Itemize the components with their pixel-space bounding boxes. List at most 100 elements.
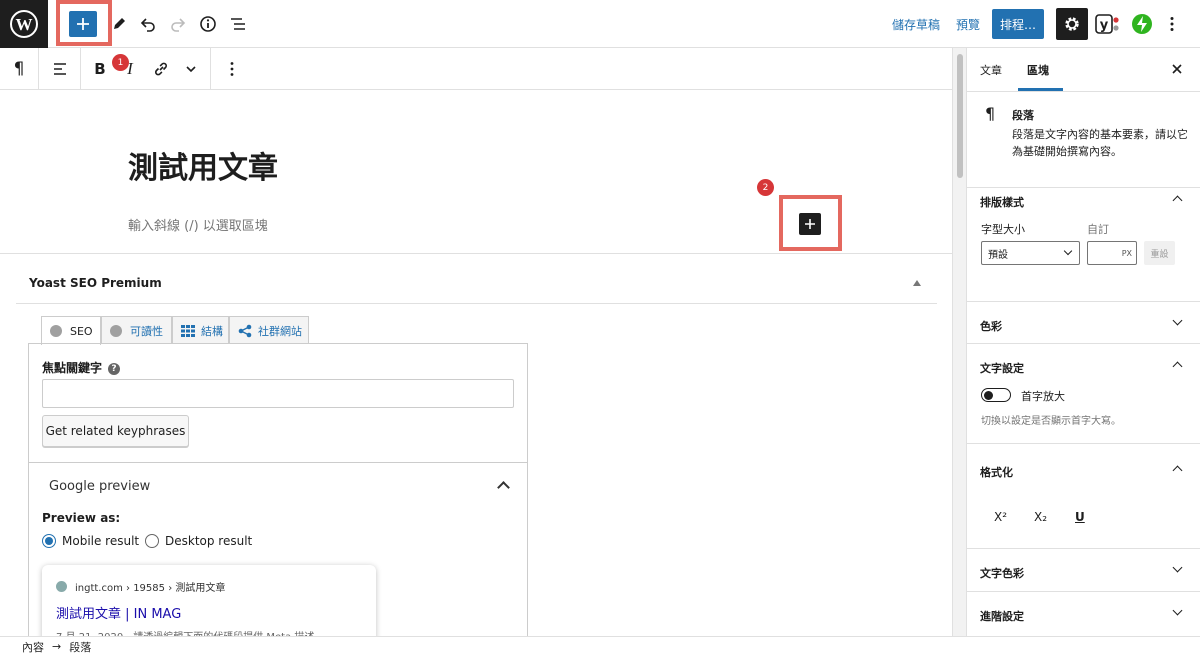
get-related-keyphrases-button[interactable]: Get related keyphrases <box>42 415 189 447</box>
typography-panel: 排版樣式 <box>967 178 1200 302</box>
desktop-result-option[interactable]: Desktop result <box>145 534 252 548</box>
undo-button[interactable] <box>136 12 160 36</box>
advanced-panel[interactable]: 進階設定 <box>967 592 1200 636</box>
reset-font-size-button[interactable]: 重設 <box>1144 241 1175 265</box>
subscript-button[interactable]: X₂ <box>1034 510 1047 524</box>
drop-cap-help: 切換以設定是否顯示首字大寫。 <box>981 416 1121 427</box>
edit-tools-button[interactable] <box>107 12 131 36</box>
formatting-title[interactable]: 格式化 <box>980 464 1013 480</box>
toolbar-divider <box>210 48 211 90</box>
tab-block[interactable]: 區塊 <box>1027 62 1049 78</box>
focus-keyphrase-label: 焦點關鍵字? <box>42 359 121 376</box>
color-panel[interactable]: 色彩 <box>967 302 1200 344</box>
close-icon <box>1172 64 1182 74</box>
tab-schema[interactable]: 結構 <box>172 316 229 344</box>
bold-button[interactable]: B <box>88 48 112 90</box>
save-draft-link[interactable]: 儲存草稿 <box>892 16 940 33</box>
yoast-glyph: y <box>1100 18 1109 33</box>
google-serp-preview[interactable]: ingtt.com › 19585 › 測試用文章 測試用文章 | IN MAG… <box>42 565 376 645</box>
tab-label: 可讀性 <box>130 324 163 338</box>
details-button[interactable] <box>196 12 220 36</box>
breadcrumb-content[interactable]: 內容 <box>22 639 44 655</box>
mobile-result-radio[interactable] <box>42 534 56 548</box>
typography-title[interactable]: 排版樣式 <box>980 194 1024 210</box>
drop-cap-toggle[interactable] <box>981 388 1011 402</box>
chevron-down-icon <box>1172 315 1183 326</box>
breadcrumb: 內容 → 段落 <box>0 636 1200 656</box>
align-button[interactable] <box>40 48 80 90</box>
yoast-metabox-header[interactable]: Yoast SEO Premium <box>16 262 937 304</box>
active-tab-indicator <box>1018 88 1063 91</box>
mobile-result-option[interactable]: Mobile result <box>42 534 139 548</box>
tab-seo[interactable]: SEO <box>41 316 101 345</box>
align-left-icon <box>54 63 66 75</box>
top-toolbar: W 儲存草稿 預覽 排程… y <box>0 0 1200 48</box>
grid-icon <box>181 324 195 337</box>
link-icon <box>155 62 167 76</box>
custom-font-size-input[interactable]: PX <box>1087 241 1137 265</box>
redo-icon <box>171 18 186 32</box>
google-preview-heading[interactable]: Google preview <box>49 479 150 494</box>
list-view-icon <box>231 18 245 30</box>
desktop-result-radio[interactable] <box>145 534 159 548</box>
font-size-select[interactable]: 預設 <box>981 241 1080 265</box>
chevron-up-icon[interactable] <box>1172 195 1183 206</box>
block-name: 段落 <box>1012 109 1034 122</box>
toolbar-divider <box>38 48 39 90</box>
yoast-button[interactable]: y <box>1095 12 1121 36</box>
settings-button[interactable] <box>1056 8 1088 40</box>
yoast-metabox-title: Yoast SEO Premium <box>29 276 162 290</box>
toggle-knob <box>984 390 993 400</box>
yoast-icon: y <box>1095 14 1119 34</box>
post-title[interactable]: 測試用文章 <box>128 143 278 187</box>
wordpress-logo-icon[interactable]: W <box>0 0 48 48</box>
info-icon <box>200 16 216 32</box>
focus-keyphrase-input[interactable] <box>42 379 514 408</box>
close-sidebar-button[interactable] <box>1171 60 1183 79</box>
more-options-button[interactable] <box>1160 12 1184 36</box>
chevron-down-icon <box>1063 246 1073 256</box>
paragraph-block-switcher[interactable]: ¶ <box>0 48 38 90</box>
link-button[interactable] <box>148 48 174 90</box>
chevron-up-icon[interactable] <box>1172 465 1183 476</box>
tab-social[interactable]: 社群網站 <box>229 316 309 344</box>
advanced-title: 進階設定 <box>980 610 1024 623</box>
superscript-button[interactable]: X² <box>994 510 1007 524</box>
preview-as-label: Preview as: <box>42 511 121 525</box>
chevron-up-icon[interactable] <box>1172 361 1183 372</box>
collapse-triangle-icon[interactable] <box>913 280 921 286</box>
tab-label: 結構 <box>201 324 223 338</box>
schedule-button[interactable]: 排程… <box>992 9 1044 39</box>
desktop-result-label: Desktop result <box>165 534 253 548</box>
more-vertical-icon <box>230 62 234 76</box>
underline-button[interactable]: U <box>1075 510 1085 524</box>
tab-label: 社群網站 <box>258 324 302 338</box>
preview-link[interactable]: 預覽 <box>956 16 980 33</box>
list-view-button[interactable] <box>226 12 250 36</box>
block-options-button[interactable] <box>220 48 244 90</box>
redo-button[interactable] <box>166 12 190 36</box>
seo-score-icon <box>50 325 62 337</box>
paragraph-placeholder[interactable]: 輸入斜線 (/) 以選取區塊 <box>128 215 268 234</box>
block-toolbar: ¶ B I 1 <box>0 48 952 90</box>
scrollbar-thumb[interactable] <box>957 54 963 178</box>
tab-readability[interactable]: 可讀性 <box>101 316 172 344</box>
serp-url: ingtt.com › 19585 › 測試用文章 <box>56 579 225 594</box>
jetpack-button[interactable] <box>1130 12 1154 36</box>
block-card: ¶ 段落 段落是文字內容的基本要素，請以它為基礎開始撰寫內容。 <box>967 92 1200 188</box>
unit-label: PX <box>1121 248 1132 258</box>
breadcrumb-paragraph[interactable]: 段落 <box>69 639 91 655</box>
readability-score-icon <box>110 324 122 337</box>
more-vertical-icon <box>1170 17 1174 31</box>
tab-post[interactable]: 文章 <box>980 62 1002 78</box>
text-settings-title[interactable]: 文字設定 <box>980 360 1024 376</box>
drop-cap-label: 首字放大 <box>1021 390 1065 403</box>
annotation-highlight-1 <box>56 0 112 46</box>
help-icon[interactable]: ? <box>108 362 121 375</box>
sidebar-tabs: 文章 區塊 <box>967 48 1200 92</box>
more-formats-button[interactable] <box>180 48 202 90</box>
text-color-panel[interactable]: 文字色彩 <box>967 549 1200 592</box>
editor-scrollbar[interactable] <box>952 48 966 636</box>
chevron-down-icon <box>186 66 196 73</box>
serp-title: 測試用文章 | IN MAG <box>56 607 182 622</box>
